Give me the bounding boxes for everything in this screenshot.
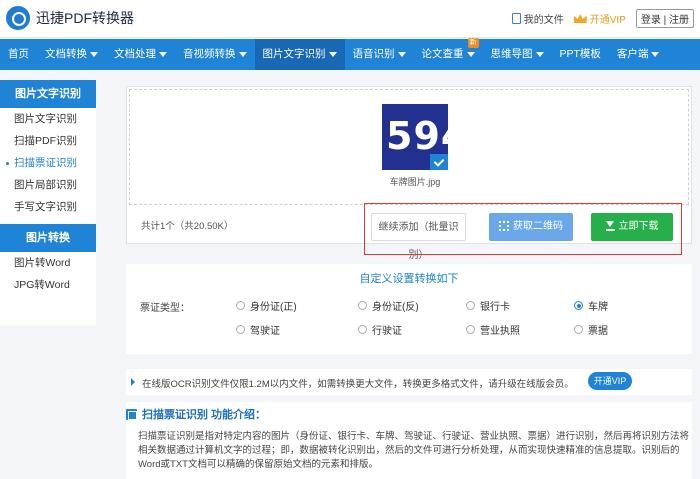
- nav-item-2[interactable]: 文档处理: [106, 39, 175, 70]
- nav-item-label: 客户端: [616, 48, 649, 60]
- logo-icon: [6, 6, 30, 30]
- chevron-down-icon: [328, 51, 337, 57]
- open-vip-button[interactable]: 开通VIP: [588, 372, 632, 390]
- nav-item-8[interactable]: PPT模板: [552, 39, 609, 70]
- ticket-type-option[interactable]: 票据: [574, 322, 608, 337]
- sidebar: 图片文字识别 图片文字识别 扫描PDF识别 扫描票证识别 图片局部识别 手写文字识别 图…: [0, 80, 96, 325]
- nav-item-label: 音视频转换: [183, 48, 236, 60]
- top-bar: 迅捷PDF转换器 我的文件 开通VIP 登录 | 注册: [0, 0, 700, 38]
- chevron-down-icon: [466, 51, 475, 57]
- nav-item-4[interactable]: 图片文字识别: [254, 39, 345, 70]
- settings-panel: 自定义设置转换如下 票证类型： 身份证(正) 身份证(反) 银行卡 车牌驾驶证 行驶证 营…: [126, 264, 692, 354]
- radio-button[interactable]: [358, 325, 367, 334]
- crown-icon: [573, 14, 587, 23]
- radio-button[interactable]: [236, 301, 245, 310]
- nav-item-9[interactable]: 客户端: [609, 39, 668, 70]
- settings-title: 自定义设置转换如下: [359, 273, 459, 285]
- radio-button[interactable]: [574, 325, 583, 334]
- notice-arrow-icon: [131, 378, 135, 386]
- nav-item-label: 思维导图: [490, 48, 533, 60]
- option-label: 营业执照: [480, 326, 520, 337]
- nav-item-label: 语音识别: [352, 48, 395, 60]
- file-name: 车牌图片.jpg: [389, 177, 441, 187]
- sidebar-item[interactable]: 手写文字识别: [0, 196, 96, 218]
- nav-item-5[interactable]: 语音识别: [345, 39, 414, 70]
- thumbnail-plate-text: 594: [386, 114, 448, 158]
- notice-bar: 在线版OCR识别文件仅限1.2M以内文件，如需转换更大文件，转换更多格式文件，请…: [126, 369, 692, 395]
- chevron-down-icon: [651, 51, 660, 57]
- ticket-type-option[interactable]: 行驶证: [358, 322, 402, 337]
- sidebar-group-title-ocr: 图片文字识别: [0, 80, 96, 108]
- sidebar-group-title-image-convert: 图片转换: [0, 224, 96, 252]
- login-button[interactable]: 登录 | 注册: [635, 9, 694, 28]
- uploaded-thumbnail[interactable]: 594: [382, 104, 448, 170]
- ticket-type-option[interactable]: 银行卡: [466, 298, 510, 313]
- sidebar-item[interactable]: 扫描票证识别: [0, 152, 96, 174]
- radio-button[interactable]: [466, 325, 475, 334]
- my-files-link[interactable]: 我的文件: [511, 11, 564, 26]
- ticket-type-option[interactable]: 车牌: [574, 298, 608, 313]
- nav-item-6[interactable]: 论文查重新: [414, 38, 483, 70]
- vip-link[interactable]: 开通VIP: [573, 11, 626, 26]
- radio-button[interactable]: [236, 325, 245, 334]
- chevron-down-icon: [535, 51, 544, 57]
- chevron-down-icon: [238, 51, 247, 57]
- nav-item-label: PPT模板: [559, 48, 601, 60]
- ticket-type-option[interactable]: 身份证(反): [358, 298, 419, 313]
- top-right-links: 我的文件 开通VIP 登录 | 注册: [511, 9, 694, 28]
- nav-item-3[interactable]: 音视频转换: [175, 39, 255, 70]
- ticket-type-option[interactable]: 身份证(正): [236, 298, 297, 313]
- nav-item-0[interactable]: 首页: [0, 39, 37, 70]
- new-badge: 新: [467, 38, 479, 48]
- highlight-box: [364, 203, 682, 255]
- ticket-type-option[interactable]: 驾驶证: [236, 322, 280, 337]
- file-info: 共计1个（共20.50K）: [141, 221, 234, 232]
- nav-item-label: 文档处理: [114, 48, 156, 60]
- option-label: 车牌: [588, 302, 608, 313]
- radio-button[interactable]: [466, 301, 475, 310]
- sidebar-item[interactable]: 图片局部识别: [0, 174, 96, 196]
- option-label: 身份证(正): [250, 302, 297, 313]
- ticket-type-label: 票证类型：: [140, 303, 190, 314]
- check-icon: [430, 154, 448, 170]
- sidebar-group-ocr: 图片文字识别 扫描PDF识别 扫描票证识别 图片局部识别 手写文字识别: [0, 108, 96, 218]
- option-label: 行驶证: [372, 326, 402, 337]
- ticket-type-option[interactable]: 营业执照: [466, 322, 520, 337]
- intro-body: 扫描票证识别是指对特定内容的图片（身份证、银行卡、车牌、驾驶证、行驶证、营业执照…: [138, 431, 690, 470]
- option-label: 身份证(反): [372, 302, 419, 313]
- file-icon: [511, 13, 521, 24]
- nav-item-label: 论文查重: [421, 48, 464, 60]
- option-label: 驾驶证: [250, 326, 280, 337]
- my-files-label: 我的文件: [523, 15, 564, 26]
- nav-item-label: 文档转换: [45, 48, 87, 60]
- sidebar-group-image-convert: 图片转Word JPG转Word: [0, 252, 96, 296]
- chevron-down-icon: [90, 51, 98, 57]
- sidebar-item[interactable]: JPG转Word: [0, 274, 96, 296]
- vip-label: 开通VIP: [589, 15, 626, 26]
- sidebar-item[interactable]: 扫描PDF识别: [0, 130, 96, 152]
- notice-text: 在线版OCR识别文件仅限1.2M以内文件，如需转换更大文件，转换更多格式文件，请…: [142, 379, 574, 390]
- option-label: 银行卡: [480, 302, 510, 313]
- option-label: 票据: [588, 326, 608, 337]
- feature-intro: 扫描票证识别 功能介绍： 扫描票证识别是指对特定内容的图片（身份证、银行卡、车牌…: [126, 402, 692, 479]
- drop-zone[interactable]: 594 车牌图片.jpg: [129, 89, 689, 205]
- logo-text: 迅捷PDF转换器: [36, 10, 134, 26]
- radio-button[interactable]: [358, 301, 367, 310]
- nav-item-7[interactable]: 思维导图: [483, 39, 552, 70]
- intro-title: 扫描票证识别 功能介绍：: [142, 409, 267, 421]
- logo[interactable]: 迅捷PDF转换器: [6, 6, 134, 30]
- nav-item-1[interactable]: 文档转换: [37, 39, 106, 70]
- radio-button[interactable]: [574, 301, 583, 310]
- nav-item-label: 首页: [8, 48, 29, 60]
- main-nav: 首页 文档转换 文档处理 音视频转换 图片文字识别 语音识别 论文查重新思维导图 PPT模板客…: [0, 38, 700, 70]
- chevron-down-icon: [159, 51, 167, 57]
- nav-item-label: 图片文字识别: [262, 48, 326, 60]
- sidebar-item[interactable]: 图片转Word: [0, 252, 96, 274]
- intro-icon: [126, 408, 137, 420]
- chevron-down-icon: [397, 51, 406, 57]
- sidebar-item[interactable]: 图片文字识别: [0, 108, 96, 130]
